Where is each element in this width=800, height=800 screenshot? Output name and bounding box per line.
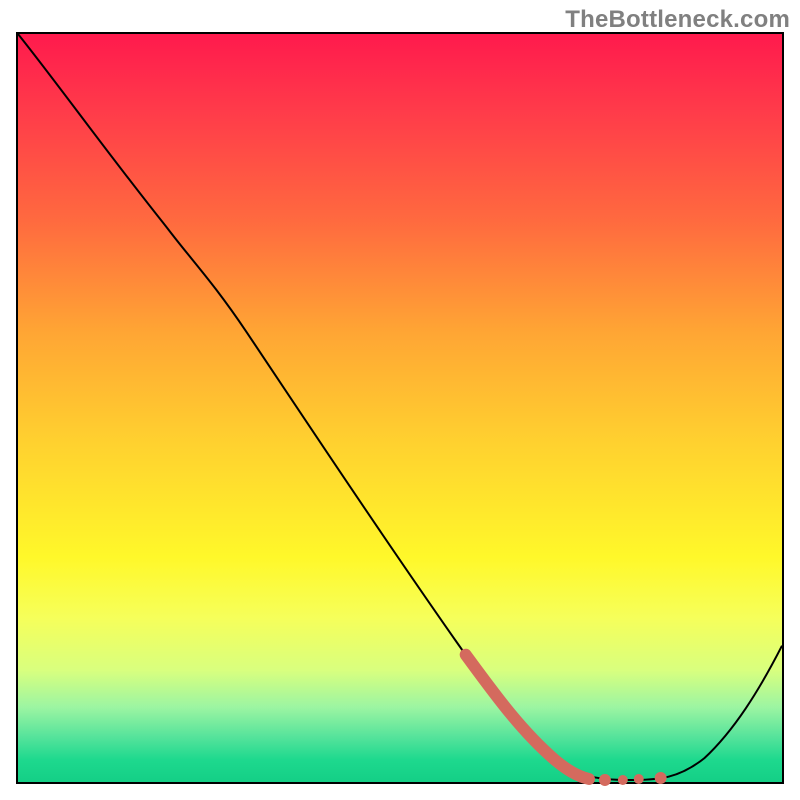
highlight-segment (466, 655, 589, 779)
highlight-dot (618, 775, 628, 785)
bottleneck-curve-line (18, 34, 782, 780)
plot-area (16, 32, 784, 784)
chart-container: TheBottleneck.com (0, 0, 800, 800)
highlight-dot (634, 774, 644, 784)
chart-svg (18, 34, 782, 782)
watermark-text: TheBottleneck.com (565, 6, 790, 34)
highlight-dot (655, 772, 667, 784)
highlight-dot (599, 774, 611, 786)
